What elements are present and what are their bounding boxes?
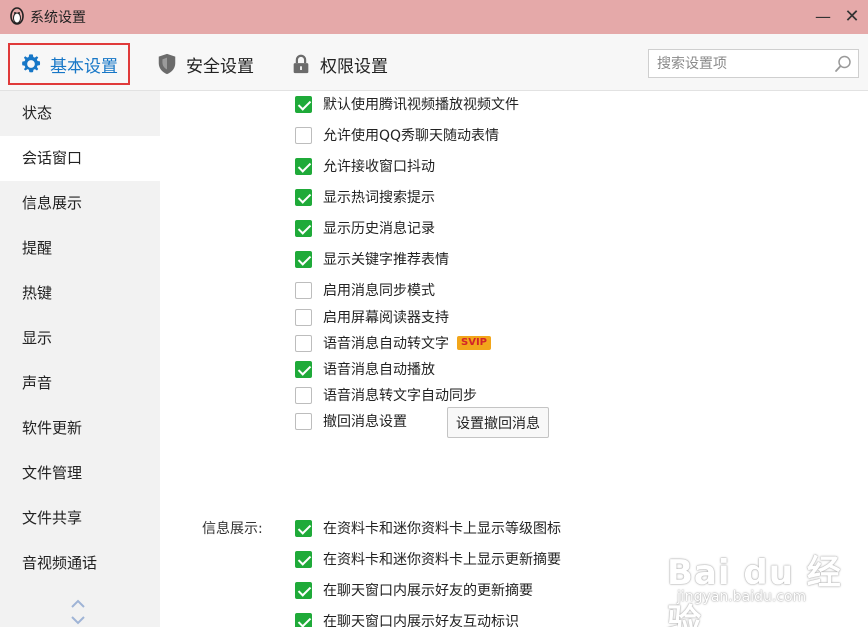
sidebar: 状态 会话窗口 信息展示 提醒 热键 显示 声音 软件更新 文件管理 文件共享 … [0,91,160,627]
option-chat-interaction-marks[interactable]: 在聊天窗口内展示好友互动标识 [295,611,519,627]
lock-icon [293,54,309,74]
checkbox[interactable] [295,281,312,299]
option-label: 启用消息同步模式 [323,283,435,299]
tab-label: 权限设置 [320,56,388,77]
option-screen-reader[interactable]: 启用屏幕阅读器支持 [295,307,449,327]
sidebar-item-sound[interactable]: 声音 [0,361,160,406]
checkbox[interactable] [295,188,312,206]
option-label: 显示热词搜索提示 [323,190,435,206]
checkbox[interactable] [295,612,312,627]
checkbox[interactable] [295,219,312,237]
option-label: 显示历史消息记录 [323,221,435,237]
option-message-sync[interactable]: 启用消息同步模式 [295,280,435,300]
checkbox[interactable] [295,550,312,568]
minimize-button[interactable]: — [812,6,834,28]
baidu-jingyan-watermark: Bai du 经验 jingyan.baidu.com [663,545,863,627]
option-hot-word-hints[interactable]: 显示热词搜索提示 [295,187,435,207]
tab-basic-settings[interactable]: 基本设置 [8,43,130,85]
tab-label: 基本设置 [50,56,118,77]
gear-icon [22,54,41,73]
checkbox[interactable] [295,386,312,404]
search-icon[interactable] [833,54,853,74]
option-recall-settings[interactable]: 撤回消息设置 [295,411,407,431]
sidebar-item-hotkeys[interactable]: 热键 [0,271,160,316]
option-label: 在资料卡和迷你资料卡上显示等级图标 [323,521,561,537]
close-button[interactable]: ✕ [841,6,863,28]
option-voice-text-sync[interactable]: 语音消息转文字自动同步 [295,385,477,405]
option-label: 允许使用QQ秀聊天随动表情 [323,128,500,144]
sidebar-item-file-management[interactable]: 文件管理 [0,451,160,496]
option-label: 语音消息转文字自动同步 [323,388,477,404]
sidebar-item-display[interactable]: 显示 [0,316,160,361]
option-keyword-emotes[interactable]: 显示关键字推荐表情 [295,249,449,269]
option-label: 语音消息自动播放 [323,362,435,378]
qq-penguin-icon [10,7,24,25]
set-recall-message-button[interactable]: 设置撤回消息 [447,407,549,438]
option-label: 启用屏幕阅读器支持 [323,310,449,326]
checkbox[interactable] [295,581,312,599]
option-qq-show-emotes[interactable]: 允许使用QQ秀聊天随动表情 [295,125,499,145]
tab-security-settings[interactable]: 安全设置 [156,43,254,85]
checkbox[interactable] [295,519,312,537]
checkbox[interactable] [295,360,312,378]
tab-label: 安全设置 [186,56,254,77]
sidebar-item-file-sharing[interactable]: 文件共享 [0,496,160,541]
sidebar-item-software-update[interactable]: 软件更新 [0,406,160,451]
search-input[interactable] [657,54,827,74]
watermark-logo: Bai du 经验 [667,553,842,627]
option-label: 默认使用腾讯视频播放视频文件 [323,97,519,113]
option-window-shake[interactable]: 允许接收窗口抖动 [295,156,435,176]
tab-permission-settings[interactable]: 权限设置 [290,43,388,85]
sidebar-item-session-window[interactable]: 会话窗口 [0,136,160,181]
option-label: 显示关键字推荐表情 [323,252,449,268]
checkbox[interactable] [295,412,312,430]
option-show-update-summary[interactable]: 在资料卡和迷你资料卡上显示更新摘要 [295,549,561,569]
checkbox[interactable] [295,157,312,175]
option-voice-autoplay[interactable]: 语音消息自动播放 [295,359,435,379]
option-label: 语音消息自动转文字 [323,336,449,352]
shield-icon [158,53,176,75]
option-label: 在聊天窗口内展示好友互动标识 [323,614,519,627]
option-tencent-video[interactable]: 默认使用腾讯视频播放视频文件 [295,94,519,114]
option-label: 撤回消息设置 [323,414,407,430]
search-box [648,49,859,78]
info-display-section-label: 信息展示: [202,521,263,537]
sidebar-item-reminders[interactable]: 提醒 [0,226,160,271]
sidebar-item-info-display[interactable]: 信息展示 [0,181,160,226]
option-label: 在聊天窗口内展示好友的更新摘要 [323,583,533,599]
watermark-url: jingyan.baidu.com [677,589,807,605]
checkbox[interactable] [295,95,312,113]
svip-badge: SVIP [457,336,491,350]
sidebar-item-status[interactable]: 状态 [0,91,160,136]
window-title: 系统设置 [30,10,86,26]
option-history-messages[interactable]: 显示历史消息记录 [295,218,435,238]
option-label: 在资料卡和迷你资料卡上显示更新摘要 [323,552,561,568]
title-bar: 系统设置 — ✕ [0,0,868,34]
chevron-up-icon[interactable] [70,599,86,609]
sidebar-item-av-call[interactable]: 音视频通话 [0,541,160,586]
checkbox[interactable] [295,126,312,144]
checkbox[interactable] [295,308,312,326]
option-show-level-icon[interactable]: 在资料卡和迷你资料卡上显示等级图标 [295,518,561,538]
option-label: 允许接收窗口抖动 [323,159,435,175]
option-voice-to-text[interactable]: 语音消息自动转文字 SVIP [295,333,491,353]
chevron-down-icon[interactable] [70,615,86,625]
checkbox[interactable] [295,334,312,352]
option-chat-friend-updates[interactable]: 在聊天窗口内展示好友的更新摘要 [295,580,533,600]
checkbox[interactable] [295,250,312,268]
